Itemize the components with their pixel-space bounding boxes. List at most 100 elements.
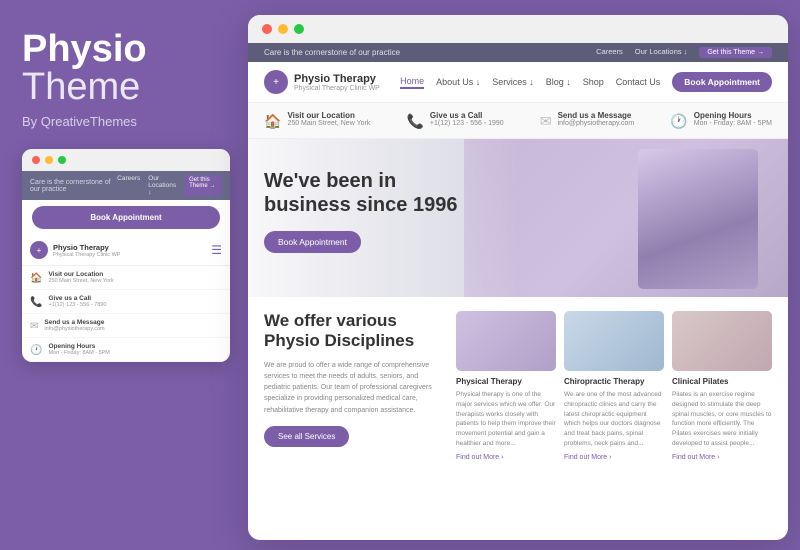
mini-hours-sub: Mon - Friday: 8AM - 5PM	[48, 350, 109, 356]
site-card-img-pilates	[672, 311, 772, 371]
site-offer-title: We offer various Physio Disciplines	[264, 311, 444, 352]
mini-logo-sub: Physical Therapy Clinic WP	[53, 252, 120, 258]
site-hero-title: We've been in business since 1996	[264, 169, 464, 217]
dot-red	[32, 156, 40, 164]
nav-services[interactable]: Services ↓	[492, 77, 534, 87]
brand-theme: Theme	[22, 68, 226, 106]
mini-info-location: 🏠 Visit our Location 250 Main Street, Ne…	[22, 266, 230, 290]
rdot-yellow	[278, 24, 288, 34]
site-card-title-pilates: Clinical Pilates	[672, 377, 772, 386]
site-logo-circle: +	[264, 70, 288, 94]
site-top-bar-text: Care is the cornerstone of our practice	[264, 48, 400, 57]
mini-logo-circle: +	[30, 241, 48, 259]
mini-top-bar: Care is the cornerstone of our practice …	[22, 171, 230, 200]
site-card-img-physical	[456, 311, 556, 371]
mini-get-theme[interactable]: Get this Theme →	[184, 175, 222, 196]
mini-info-hours: 🕐 Opening Hours Mon - Friday: 8AM - 5PM	[22, 338, 230, 362]
mini-location-title: Visit our Location	[48, 271, 113, 278]
site-email-label: Send us a Message	[558, 111, 635, 120]
site-hero-person-body	[638, 149, 758, 289]
site-location-val: 250 Main Street, New York	[287, 120, 370, 127]
mini-phone-title: Give us a Call	[48, 295, 106, 302]
brand-physio: Physio	[22, 30, 226, 68]
site-careers-link[interactable]: Careers	[596, 47, 623, 58]
site-info-location: 🏠 Visit our Location 250 Main Street, Ne…	[264, 111, 370, 130]
site-logo: + Physio Therapy Physical Therapy Clinic…	[264, 70, 380, 94]
site-card-text-chiro: We are one of the most advanced chiropra…	[564, 390, 664, 449]
mini-browser-bar	[22, 149, 230, 171]
site-navbar: + Physio Therapy Physical Therapy Clinic…	[248, 62, 788, 103]
site-info-strip: 🏠 Visit our Location 250 Main Street, Ne…	[248, 103, 788, 139]
mini-book-button[interactable]: Book Appointment	[32, 206, 220, 229]
site-hero: We've been in business since 1996 Book A…	[248, 139, 788, 297]
mini-location-sub: 250 Main Street, New York	[48, 278, 113, 284]
site-email-val: info@physiotherapy.com	[558, 120, 635, 127]
site-phone-icon: 📞	[406, 113, 423, 130]
rdot-red	[262, 24, 272, 34]
mini-top-bar-links: Careers Our Locations ↓ Get this Theme →	[117, 175, 222, 196]
site-card-chiro: Chiropractic Therapy We are one of the m…	[564, 311, 664, 461]
hamburger-icon[interactable]: ☰	[211, 243, 222, 257]
dot-green	[58, 156, 66, 164]
mini-logo-text: Physio Therapy Physical Therapy Clinic W…	[53, 243, 120, 258]
nav-about[interactable]: About Us ↓	[436, 77, 480, 87]
site-location-label: Visit our Location	[287, 111, 370, 120]
site-offer-text: We are proud to offer a wide range of co…	[264, 360, 444, 416]
mini-top-bar-text: Care is the cornerstone of our practice	[30, 179, 117, 193]
site-hero-content: We've been in business since 1996 Book A…	[264, 169, 464, 253]
mini-hours-title: Opening Hours	[48, 343, 109, 350]
nav-blog[interactable]: Blog ↓	[546, 77, 571, 87]
site-logo-name: Physio Therapy	[294, 73, 380, 85]
brand-by: By QreativeThemes	[22, 114, 226, 129]
nav-home[interactable]: Home	[400, 76, 424, 89]
site-logo-sub: Physical Therapy Clinic WP	[294, 85, 380, 92]
site-main: We offer various Physio Disciplines We a…	[248, 297, 788, 475]
mini-email-sub: info@physiotherapy.com	[44, 326, 104, 332]
site-find-more-pilates[interactable]: Find out More ›	[672, 454, 772, 461]
mini-info-email: ✉ Send us a Message info@physiotherapy.c…	[22, 314, 230, 338]
right-browser: Care is the cornerstone of our practice …	[248, 15, 788, 540]
site-card-pilates: Clinical Pilates Pilates is an exercise …	[672, 311, 772, 461]
site-card-text-pilates: Pilates is an exercise regime designed t…	[672, 390, 772, 449]
site-find-more-physical[interactable]: Find out More ›	[456, 454, 556, 461]
site-hours-val: Mon - Friday: 8AM - 5PM	[694, 120, 772, 127]
rdot-green	[294, 24, 304, 34]
mini-link-locations[interactable]: Our Locations ↓	[148, 175, 176, 196]
site-card-text-physical: Physical therapy is one of the major ser…	[456, 390, 556, 449]
nav-book-button[interactable]: Book Appointment	[672, 72, 772, 92]
nav-contact[interactable]: Contact Us	[616, 77, 661, 87]
site-card-physical: Physical Therapy Physical therapy is one…	[456, 311, 556, 461]
site-clock-icon: 🕐	[670, 113, 687, 130]
site-info-phone: 📞 Give us a Call +1(12) 123 - 556 - 1990	[406, 111, 503, 130]
mini-link-careers[interactable]: Careers	[117, 175, 140, 196]
nav-shop[interactable]: Shop	[583, 77, 604, 87]
mini-email-title: Send us a Message	[44, 319, 104, 326]
site-cards: Physical Therapy Physical therapy is one…	[456, 311, 772, 461]
location-icon: 🏠	[30, 273, 42, 284]
site-card-title-physical: Physical Therapy	[456, 377, 556, 386]
site-see-all-button[interactable]: See all Services	[264, 426, 349, 447]
site-top-links: Careers Our Locations ↓ Get this Theme →	[596, 47, 772, 58]
left-panel: Physio Theme By QreativeThemes Care is t…	[0, 0, 248, 550]
site-email-icon: ✉	[540, 113, 552, 130]
site-hero-person	[638, 149, 758, 289]
mini-browser: Care is the cornerstone of our practice …	[22, 149, 230, 362]
mini-header: + Physio Therapy Physical Therapy Clinic…	[22, 235, 230, 266]
clock-icon: 🕐	[30, 345, 42, 356]
mini-phone-sub: +1(12) 123 - 556 - 7890	[48, 302, 106, 308]
site-locations-link[interactable]: Our Locations ↓	[635, 47, 688, 58]
dot-yellow	[45, 156, 53, 164]
site-hero-book-button[interactable]: Book Appointment	[264, 231, 361, 253]
brand-title: Physio Theme	[22, 30, 226, 106]
site-phone-label: Give us a Call	[430, 111, 504, 120]
site-hours-label: Opening Hours	[694, 111, 772, 120]
site-info-hours: 🕐 Opening Hours Mon - Friday: 8AM - 5PM	[670, 111, 772, 130]
site-phone-val: +1(12) 123 - 556 - 1990	[430, 120, 504, 127]
site-get-theme-btn[interactable]: Get this Theme →	[699, 47, 772, 58]
site-top-bar: Care is the cornerstone of our practice …	[248, 43, 788, 62]
email-icon: ✉	[30, 321, 38, 332]
site-nav-links: Home About Us ↓ Services ↓ Blog ↓ Shop C…	[400, 72, 772, 92]
site-find-more-chiro[interactable]: Find out More ›	[564, 454, 664, 461]
site-info-email: ✉ Send us a Message info@physiotherapy.c…	[540, 111, 634, 130]
site-card-img-chiro	[564, 311, 664, 371]
